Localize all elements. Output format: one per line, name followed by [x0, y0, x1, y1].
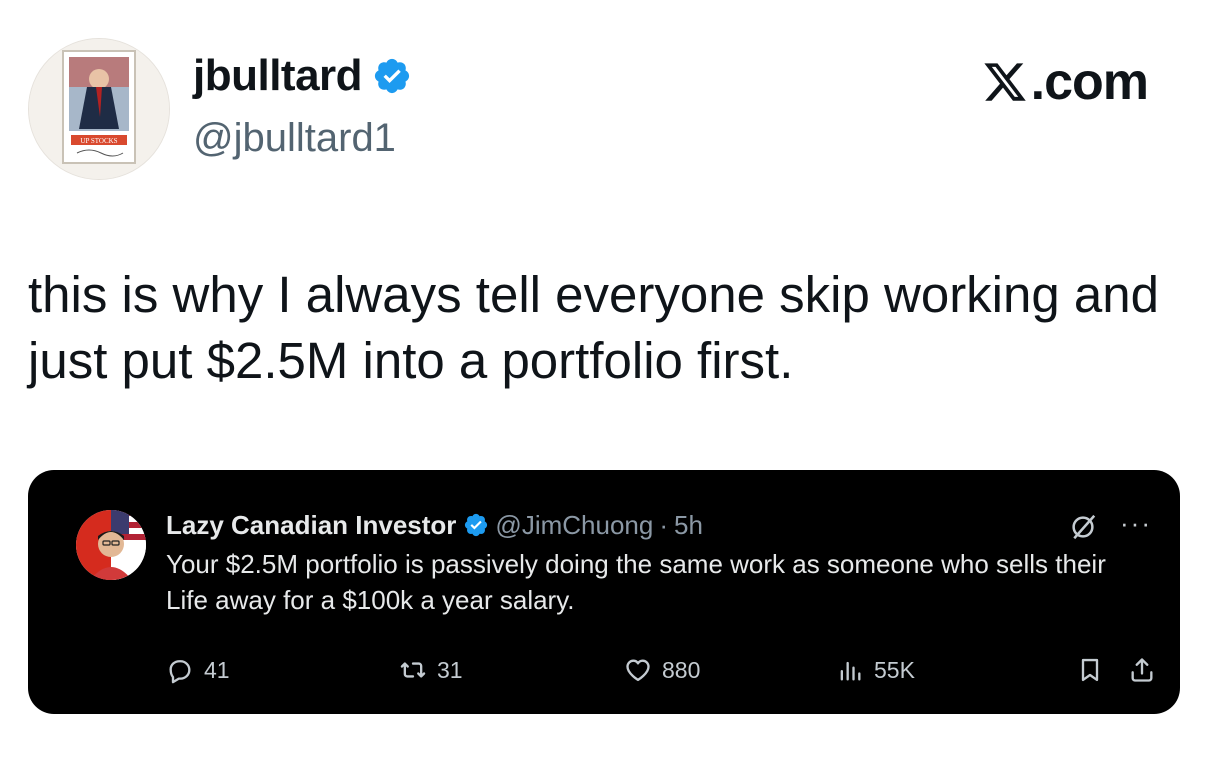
views-button[interactable]: 55K	[836, 656, 915, 684]
quoted-tweet-header: Lazy Canadian Investor @JimChuong · 5h	[166, 508, 703, 542]
quoted-avatar-image	[76, 510, 146, 580]
reply-button[interactable]: 41	[166, 656, 230, 684]
avatar-image: UP STOCKS	[29, 39, 169, 179]
author-display-name[interactable]: jbulltard	[193, 48, 363, 104]
repost-button[interactable]: 31	[399, 656, 463, 684]
quoted-tweet-card[interactable]: Lazy Canadian Investor @JimChuong · 5h ·…	[28, 470, 1180, 714]
author-display-name-row[interactable]: jbulltard	[193, 48, 412, 104]
bookmark-button[interactable]	[1076, 656, 1104, 684]
reply-count: 41	[204, 656, 230, 683]
bookmark-icon	[1081, 658, 1099, 682]
quoted-tweet-actions: 41 31 880 55K	[166, 656, 1156, 690]
x-logo-icon	[984, 63, 1026, 101]
x-com-brand: .com	[981, 52, 1149, 112]
share-button[interactable]	[1128, 656, 1156, 684]
grok-icon[interactable]	[1068, 512, 1098, 542]
quoted-author-avatar[interactable]	[76, 510, 146, 580]
repost-icon	[400, 662, 426, 678]
reply-icon	[169, 660, 191, 684]
like-count: 880	[662, 656, 701, 683]
quoted-timestamp[interactable]: 5h	[674, 508, 703, 542]
svg-text:UP STOCKS: UP STOCKS	[80, 137, 117, 145]
views-count: 55K	[874, 656, 915, 683]
views-icon	[840, 661, 861, 681]
quoted-author-name[interactable]: Lazy Canadian Investor	[166, 508, 456, 542]
brand-label: .com	[1030, 53, 1149, 111]
more-options-icon[interactable]: ···	[1120, 508, 1152, 539]
author-handle[interactable]: @jbulltard1	[193, 112, 396, 164]
like-button[interactable]: 880	[624, 656, 700, 684]
quoted-author-handle[interactable]: @JimChuong	[495, 508, 653, 542]
tweet-text: this is why I always tell everyone skip …	[28, 266, 1159, 389]
header-separator: ·	[659, 510, 668, 540]
quoted-tweet-text: Your $2.5M portfolio is passively doing …	[166, 549, 1106, 615]
heart-icon	[626, 659, 650, 682]
verified-badge-icon	[374, 58, 410, 94]
repost-count: 31	[437, 656, 463, 683]
verified-badge-icon	[465, 513, 488, 537]
author-avatar[interactable]: UP STOCKS	[28, 38, 170, 180]
share-icon	[1131, 658, 1153, 682]
